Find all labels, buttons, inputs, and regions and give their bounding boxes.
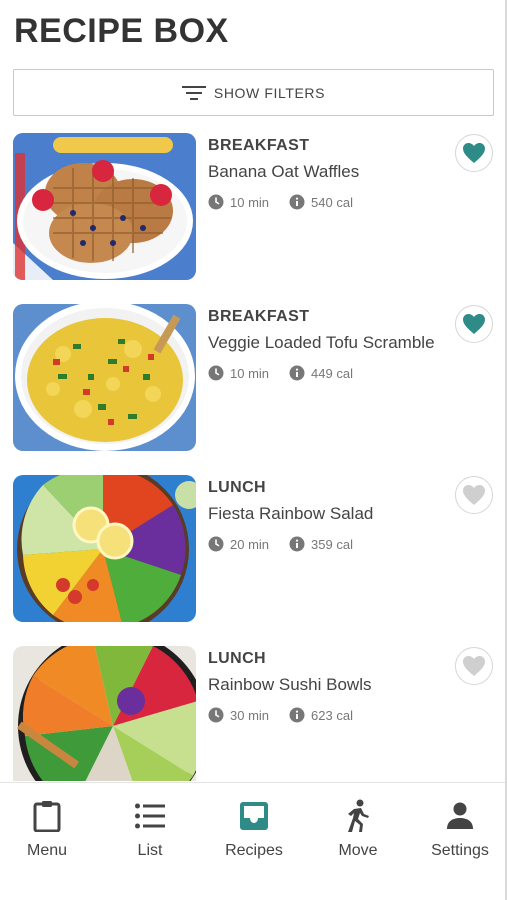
clock-icon [208, 194, 224, 210]
recipe-meta: LUNCH Rainbow Sushi Bowls 30 min 623 cal [208, 650, 448, 723]
recipe-category: LUNCH [208, 650, 266, 667]
recipe-calories: 359 cal [311, 536, 353, 552]
heart-outline-icon [463, 656, 485, 676]
recipe-calories: 623 cal [311, 707, 353, 723]
favorite-button[interactable] [455, 476, 493, 514]
calorie-stat: 359 cal [289, 536, 353, 552]
nav-item-settings[interactable]: Settings [422, 783, 498, 883]
recipe-time: 20 min [230, 536, 270, 552]
recipe-category: LUNCH [208, 479, 266, 496]
nav-item-recipes[interactable]: Recipes [218, 783, 290, 883]
recipe-calories: 449 cal [311, 365, 353, 381]
heart-outline-icon [463, 485, 485, 505]
time-stat: 30 min [208, 707, 269, 723]
time-stat: 10 min [208, 365, 269, 381]
nav-item-move[interactable]: Move [327, 783, 389, 883]
recipe-card[interactable]: BREAKFAST Banana Oat Waffles 10 min 540 … [0, 133, 505, 283]
show-filters-button[interactable]: SHOW FILTERS [13, 69, 494, 116]
clipboard-icon [33, 801, 61, 832]
heart-filled-icon [463, 314, 485, 334]
clock-icon [208, 707, 224, 723]
nav-item-menu[interactable]: Menu [16, 783, 78, 883]
nav-label: Menu [26, 842, 68, 859]
inbox-tray-icon [240, 802, 268, 830]
time-stat: 20 min [208, 536, 269, 552]
recipe-card[interactable]: LUNCH Rainbow Sushi Bowls 30 min 623 cal [0, 646, 505, 781]
recipe-stats: 10 min 449 cal [208, 365, 448, 381]
recipe-meta: BREAKFAST Banana Oat Waffles 10 min 540 … [208, 137, 448, 210]
info-icon [289, 536, 305, 552]
calorie-stat: 449 cal [289, 365, 353, 381]
bottom-nav: Menu List Recipes Move Settings [0, 782, 505, 900]
nav-label: List [137, 842, 163, 859]
clock-icon [208, 536, 224, 552]
filter-lines-icon [181, 85, 206, 100]
info-icon [289, 707, 305, 723]
page-title: RECIPE BOX [14, 12, 229, 50]
person-icon [447, 802, 473, 829]
calorie-stat: 623 cal [289, 707, 353, 723]
app-screen: RECIPE BOX SHOW FILTERS BREAKFAST Banana… [0, 0, 507, 900]
recipe-meta: BREAKFAST Veggie Loaded Tofu Scramble 10… [208, 308, 448, 381]
recipe-name[interactable]: Rainbow Sushi Bowls [208, 672, 448, 697]
show-filters-label: SHOW FILTERS [213, 84, 326, 101]
recipe-time: 30 min [230, 707, 270, 723]
list-icon [135, 803, 165, 829]
recipe-time: 10 min [230, 194, 270, 210]
recipe-card[interactable]: BREAKFAST Veggie Loaded Tofu Scramble 10… [0, 304, 505, 454]
recipe-image-rainbow-salad[interactable] [13, 475, 196, 622]
clock-icon [208, 365, 224, 381]
recipe-image-waffles[interactable] [13, 133, 196, 280]
favorite-button[interactable] [455, 647, 493, 685]
time-stat: 10 min [208, 194, 269, 210]
recipe-calories: 540 cal [311, 194, 353, 210]
recipe-stats: 20 min 359 cal [208, 536, 448, 552]
recipe-name[interactable]: Veggie Loaded Tofu Scramble [208, 330, 448, 355]
recipe-stats: 10 min 540 cal [208, 194, 448, 210]
recipe-stats: 30 min 623 cal [208, 707, 448, 723]
favorite-button[interactable] [455, 305, 493, 343]
info-icon [289, 194, 305, 210]
nav-label: Settings [431, 842, 489, 859]
nav-label: Move [338, 842, 378, 859]
recipe-list[interactable]: BREAKFAST Banana Oat Waffles 10 min 540 … [0, 133, 505, 781]
recipe-name[interactable]: Fiesta Rainbow Salad [208, 501, 448, 526]
recipe-image-tofu-scramble[interactable] [13, 304, 196, 451]
calorie-stat: 540 cal [289, 194, 353, 210]
favorite-button[interactable] [455, 134, 493, 172]
info-icon [289, 365, 305, 381]
recipe-meta: LUNCH Fiesta Rainbow Salad 20 min 359 ca… [208, 479, 448, 552]
recipe-category: BREAKFAST [208, 308, 310, 325]
recipe-image-sushi-bowls[interactable] [13, 646, 196, 781]
nav-item-list[interactable]: List [119, 783, 181, 883]
heart-filled-icon [463, 143, 485, 163]
recipe-card[interactable]: LUNCH Fiesta Rainbow Salad 20 min 359 ca… [0, 475, 505, 625]
walking-person-icon [348, 799, 369, 832]
recipe-name[interactable]: Banana Oat Waffles [208, 159, 448, 184]
nav-label: Recipes [225, 842, 283, 859]
recipe-time: 10 min [230, 365, 270, 381]
recipe-category: BREAKFAST [208, 137, 310, 154]
